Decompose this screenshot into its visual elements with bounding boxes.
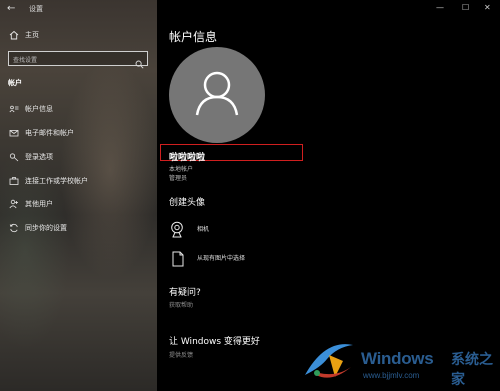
sidebar-item-home[interactable]: 主页: [9, 30, 39, 40]
close-button[interactable]: ✕: [484, 3, 491, 12]
get-help-link[interactable]: 获取帮助: [169, 300, 193, 309]
account-role: 管理员: [169, 175, 188, 182]
sidebar-item-email[interactable]: 电子邮件和帐户: [9, 128, 74, 138]
sidebar-item-label: 登录选项: [25, 153, 53, 161]
minimize-button[interactable]: —: [436, 3, 444, 12]
camera-icon: [170, 221, 184, 242]
watermark: Windows 系统之家 www.bjjmlv.com: [297, 333, 497, 389]
sidebar-item-label: 电子邮件和帐户: [25, 129, 74, 137]
window-title: 设置: [29, 5, 43, 13]
person-add-icon: [9, 199, 19, 209]
user-name: 啦啦啦啦: [169, 153, 206, 163]
section-label: 帐户: [8, 79, 22, 87]
questions-heading: 有疑问?: [169, 288, 201, 298]
maximize-button[interactable]: ☐: [462, 3, 469, 12]
avatar: [169, 47, 265, 143]
person-icon: [195, 71, 239, 116]
feedback-link[interactable]: 提供反馈: [169, 350, 193, 359]
sidebar-item-label: 同步你的设置: [25, 224, 67, 232]
sidebar-item-other-users[interactable]: 其他用户: [9, 199, 53, 209]
search-input[interactable]: 查找设置: [8, 51, 148, 69]
sync-icon: [9, 223, 19, 233]
watermark-brand: Windows: [361, 349, 434, 368]
person-card-icon: [9, 104, 19, 114]
account-type: 本地帐户: [169, 166, 194, 173]
settings-sidebar: ← 设置 主页 查找设置 帐户 帐户信息 电子邮件和帐户 登录选项 连接工作或学…: [0, 0, 157, 391]
browse-label: 从现有图片中选择: [197, 255, 246, 262]
search-icon: [135, 54, 144, 73]
page-title: 帐户信息: [169, 30, 218, 44]
sidebar-item-sign-in[interactable]: 登录选项: [9, 152, 53, 162]
search-placeholder: 查找设置: [13, 57, 38, 64]
watermark-url: www.bjjmlv.com: [363, 371, 420, 380]
sidebar-item-label: 连接工作或学校帐户: [25, 177, 88, 185]
sidebar-item-label: 主页: [25, 31, 39, 39]
sidebar-item-label: 其他用户: [25, 200, 53, 208]
sidebar-item-work-school[interactable]: 连接工作或学校帐户: [9, 176, 88, 186]
sidebar-item-sync[interactable]: 同步你的设置: [9, 223, 67, 233]
improve-heading: 让 Windows 变得更好: [169, 337, 260, 347]
windows-logo-icon: [305, 344, 353, 378]
picture-icon: [172, 251, 184, 271]
mail-icon: [9, 128, 19, 138]
sidebar-item-label: 帐户信息: [25, 105, 53, 113]
camera-label: 相机: [197, 226, 210, 233]
create-avatar-heading: 创建头像: [169, 198, 206, 208]
back-button[interactable]: ←: [7, 3, 15, 14]
watermark-suffix: 系统之家: [451, 352, 493, 388]
key-icon: [9, 152, 19, 162]
wallpaper-blur: [60, 60, 157, 280]
sidebar-item-account-info[interactable]: 帐户信息: [9, 104, 53, 114]
briefcase-icon: [9, 176, 19, 186]
home-icon: [9, 30, 19, 40]
